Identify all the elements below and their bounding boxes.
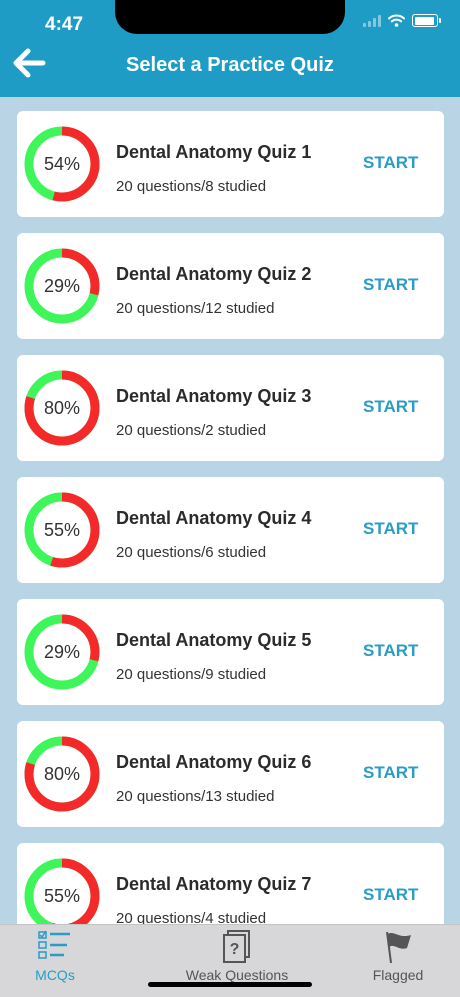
start-button[interactable]: START bbox=[363, 153, 418, 173]
quiz-subtitle: 20 questions/4 studied bbox=[116, 910, 267, 924]
progress-percent: 29% bbox=[43, 276, 81, 296]
start-button[interactable]: START bbox=[363, 275, 418, 295]
tab-mcqs[interactable]: MCQs bbox=[0, 925, 110, 997]
start-button[interactable]: START bbox=[363, 885, 418, 905]
quiz-card[interactable]: 54% Dental Anatomy Quiz 1 20 questions/8… bbox=[17, 111, 444, 217]
quiz-subtitle: 20 questions/8 studied bbox=[116, 178, 267, 195]
checklist-icon bbox=[38, 930, 70, 959]
wifi-icon bbox=[388, 14, 405, 27]
quiz-subtitle: 20 questions/13 studied bbox=[116, 788, 275, 805]
quiz-card[interactable]: 55% Dental Anatomy Quiz 7 20 questions/4… bbox=[17, 843, 444, 924]
progress-ring: 55% bbox=[24, 492, 100, 568]
tab-label: Weak Questions bbox=[185, 967, 289, 983]
tab-label: MCQs bbox=[35, 967, 75, 983]
svg-text:?: ? bbox=[230, 941, 240, 958]
quiz-title: Dental Anatomy Quiz 4 bbox=[116, 508, 312, 528]
quiz-card[interactable]: 29% Dental Anatomy Quiz 2 20 questions/1… bbox=[17, 233, 444, 339]
progress-ring: 29% bbox=[24, 248, 100, 324]
status-icons bbox=[363, 14, 441, 27]
quiz-card[interactable]: 55% Dental Anatomy Quiz 4 20 questions/6… bbox=[17, 477, 444, 583]
quiz-card[interactable]: 29% Dental Anatomy Quiz 5 20 questions/9… bbox=[17, 599, 444, 705]
quiz-card[interactable]: 80% Dental Anatomy Quiz 3 20 questions/2… bbox=[17, 355, 444, 461]
quiz-title: Dental Anatomy Quiz 2 bbox=[116, 264, 312, 284]
progress-percent: 80% bbox=[43, 764, 81, 784]
quiz-list[interactable]: 54% Dental Anatomy Quiz 1 20 questions/8… bbox=[0, 97, 460, 924]
status-time: 4:47 bbox=[45, 14, 84, 35]
quiz-title: Dental Anatomy Quiz 3 bbox=[116, 386, 312, 406]
home-indicator bbox=[148, 982, 312, 987]
battery-icon bbox=[412, 14, 441, 27]
quiz-subtitle: 20 questions/2 studied bbox=[116, 422, 267, 439]
progress-percent: 54% bbox=[43, 154, 81, 174]
progress-ring: 29% bbox=[24, 614, 100, 690]
app-header: 4:47 Select a Practice Quiz bbox=[0, 0, 460, 97]
flag-icon bbox=[386, 931, 411, 964]
progress-percent: 55% bbox=[43, 886, 81, 906]
quiz-card[interactable]: 80% Dental Anatomy Quiz 6 20 questions/1… bbox=[17, 721, 444, 827]
tab-label: Flagged bbox=[372, 967, 424, 983]
start-button[interactable]: START bbox=[363, 641, 418, 661]
start-button[interactable]: START bbox=[363, 397, 418, 417]
device-notch bbox=[115, 0, 345, 34]
quiz-title: Dental Anatomy Quiz 5 bbox=[116, 630, 312, 650]
start-button[interactable]: START bbox=[363, 763, 418, 783]
progress-ring: 54% bbox=[24, 126, 100, 202]
quiz-subtitle: 20 questions/6 studied bbox=[116, 544, 267, 561]
progress-ring: 55% bbox=[24, 858, 100, 924]
progress-percent: 29% bbox=[43, 642, 81, 662]
quiz-title: Dental Anatomy Quiz 1 bbox=[116, 142, 312, 162]
page-title: Select a Practice Quiz bbox=[126, 54, 334, 76]
quiz-subtitle: 20 questions/9 studied bbox=[116, 666, 267, 683]
quiz-title: Dental Anatomy Quiz 7 bbox=[116, 874, 312, 894]
quiz-title: Dental Anatomy Quiz 6 bbox=[116, 752, 312, 772]
start-button[interactable]: START bbox=[363, 519, 418, 539]
progress-ring: 80% bbox=[24, 736, 100, 812]
cellular-signal-icon bbox=[363, 14, 381, 27]
question-cards-icon: ? bbox=[223, 930, 250, 963]
progress-ring: 80% bbox=[24, 370, 100, 446]
progress-percent: 55% bbox=[43, 520, 81, 540]
tab-flagged[interactable]: Flagged bbox=[350, 925, 446, 997]
quiz-subtitle: 20 questions/12 studied bbox=[116, 300, 275, 317]
progress-percent: 80% bbox=[43, 398, 81, 418]
